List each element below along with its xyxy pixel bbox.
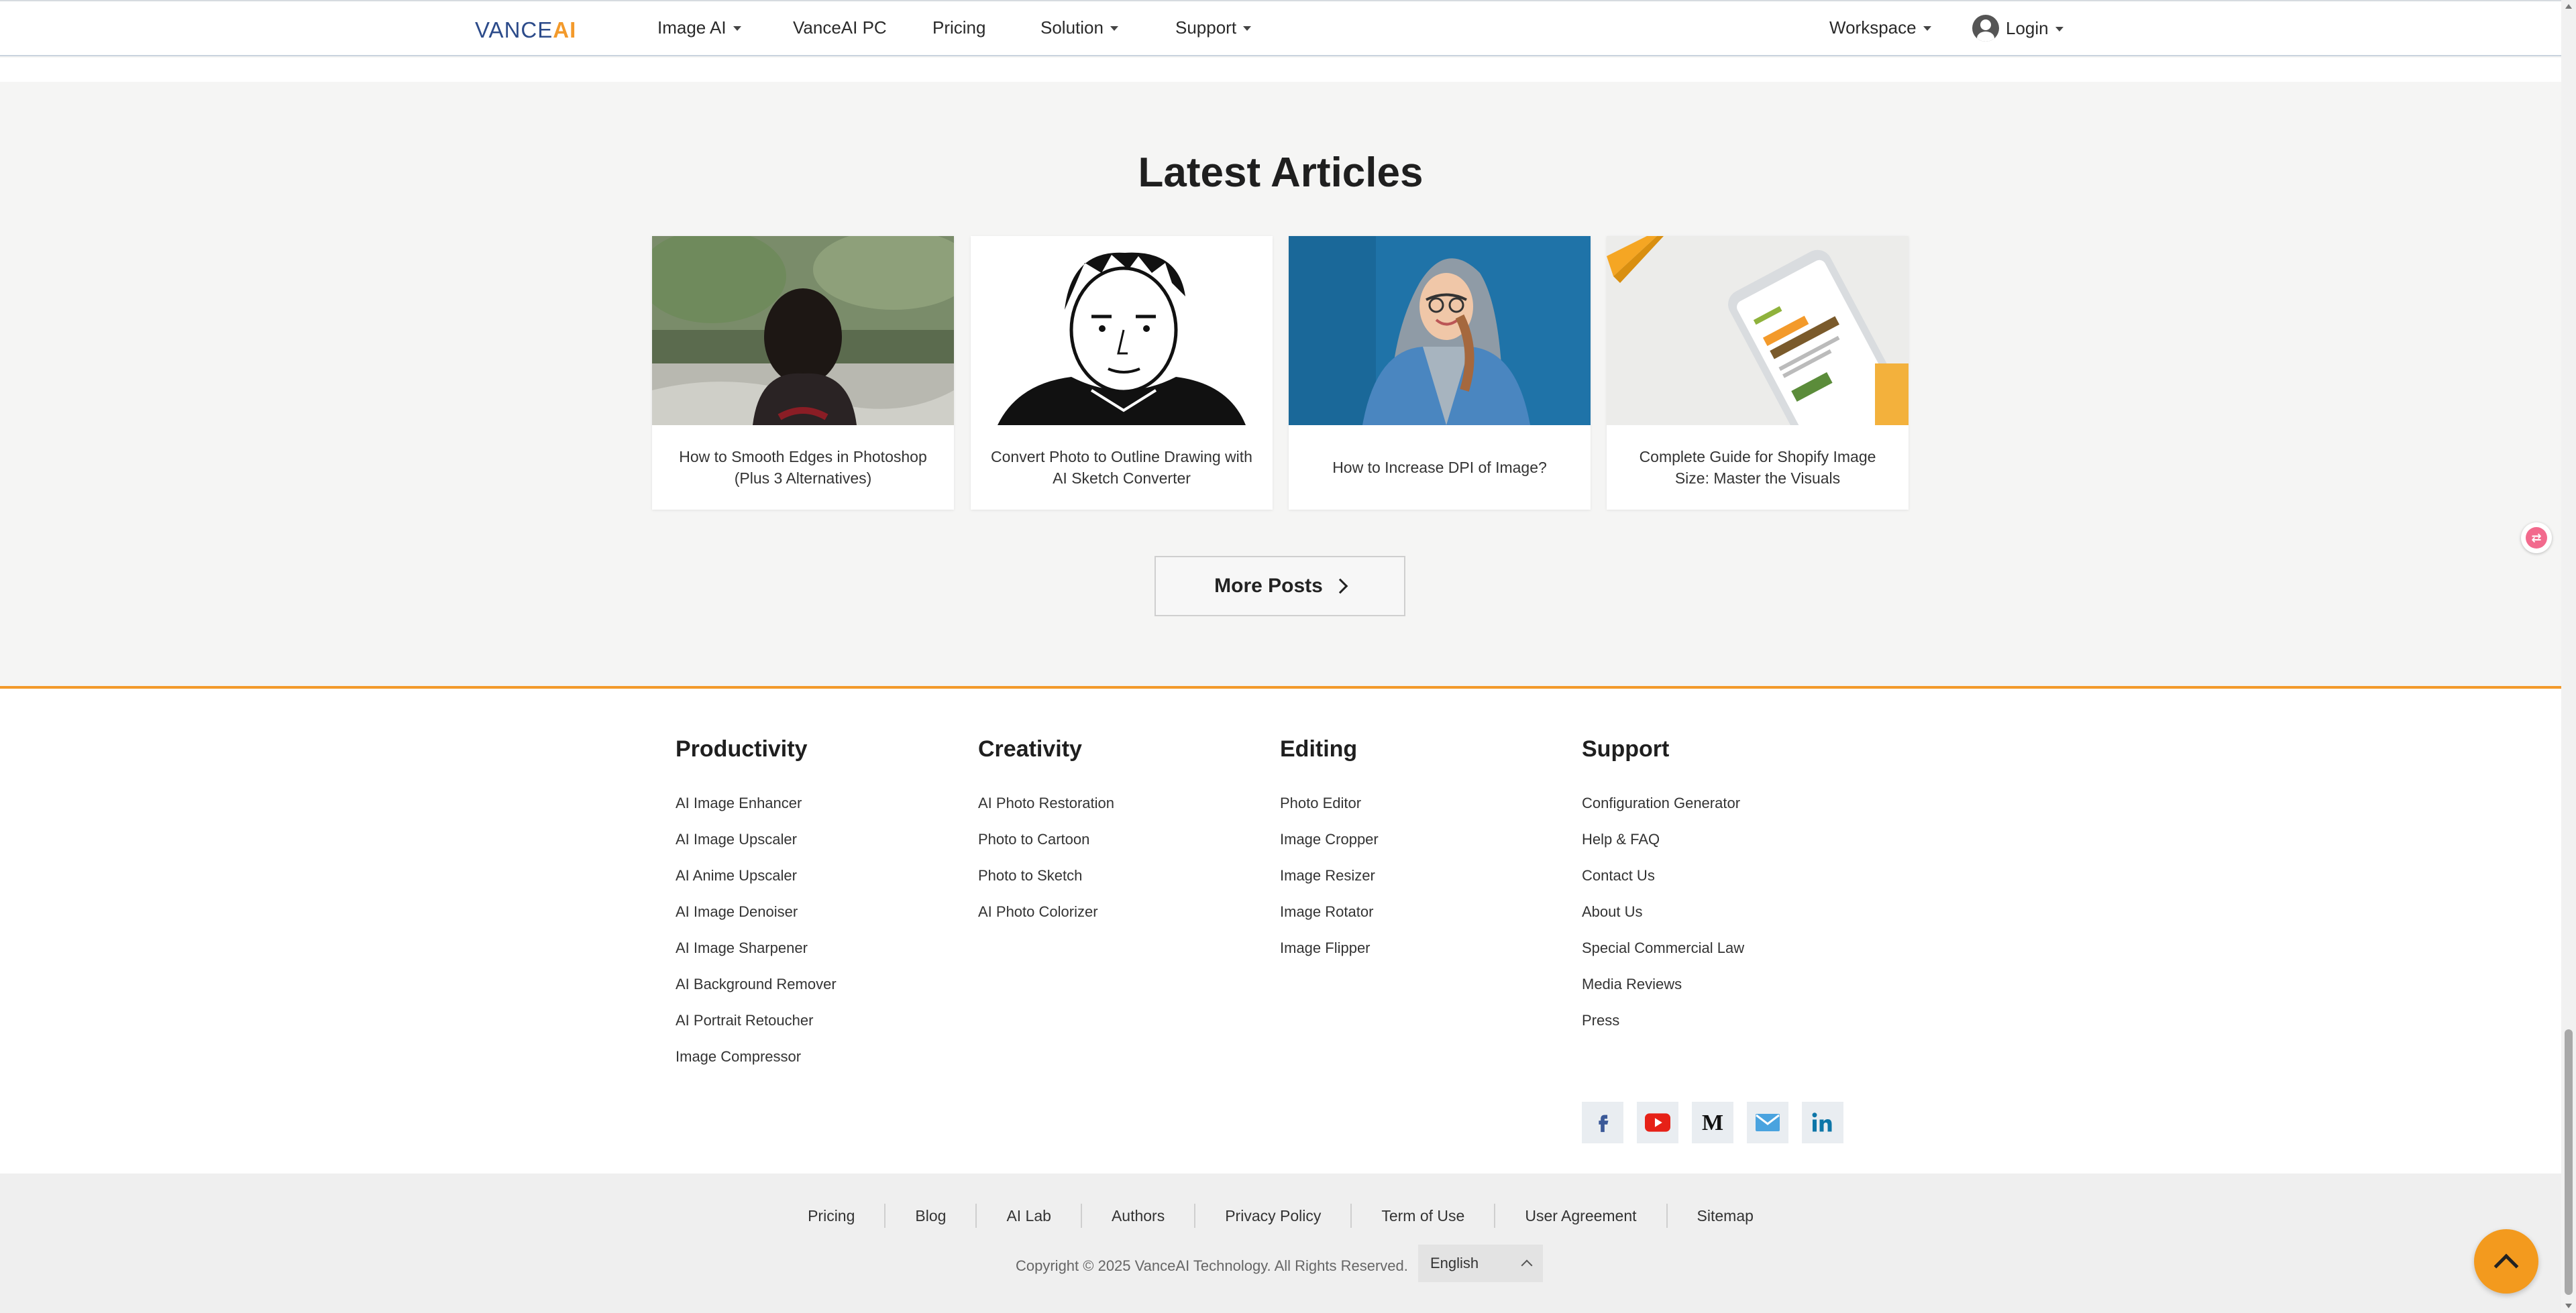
- vanceai-logo[interactable]: VANCEAI: [475, 17, 576, 43]
- footer-link[interactable]: Image Flipper: [1280, 926, 1379, 970]
- article-title: Convert Photo to Outline Drawing with AI…: [991, 448, 1252, 487]
- footer-column-editing: Editing Photo Editor Image Cropper Image…: [1280, 736, 1379, 970]
- chevron-up-icon: [1521, 1259, 1533, 1271]
- nav-image-ai[interactable]: Image AI: [657, 17, 741, 38]
- top-navigation-bar: VANCEAI Image AI VanceAI PC Pricing Solu…: [0, 0, 2561, 56]
- scroll-up-arrow-icon[interactable]: [2565, 4, 2572, 9]
- bottom-link[interactable]: User Agreement: [1494, 1204, 1666, 1228]
- section-title: Latest Articles: [1138, 150, 1424, 196]
- bottom-link[interactable]: Term of Use: [1350, 1204, 1494, 1228]
- translate-widget-button[interactable]: ⇄: [2521, 522, 2552, 553]
- bottom-link[interactable]: Pricing: [778, 1204, 884, 1228]
- copyright-text: Copyright © 2025 VanceAI Technology. All…: [1016, 1257, 1408, 1274]
- footer-column-productivity: Productivity AI Image Enhancer AI Image …: [676, 736, 837, 1079]
- chevron-right-icon: [1332, 578, 1348, 594]
- linkedin-icon[interactable]: [1802, 1102, 1843, 1143]
- more-posts-button[interactable]: More Posts: [1155, 556, 1405, 616]
- language-select[interactable]: English: [1418, 1245, 1543, 1282]
- back-to-top-button[interactable]: [2474, 1229, 2538, 1294]
- bottom-link[interactable]: Authors: [1080, 1204, 1194, 1228]
- translate-icon: ⇄: [2526, 527, 2547, 549]
- chevron-down-icon: [1923, 26, 1931, 31]
- article-thumbnail: [1289, 236, 1591, 425]
- nav-solution[interactable]: Solution: [1040, 17, 1118, 38]
- user-avatar-icon: [1972, 15, 1999, 42]
- article-thumbnail: [1607, 236, 1909, 425]
- article-title: Complete Guide for Shopify Image Size: M…: [1639, 448, 1876, 487]
- footer-column-support: Support Configuration Generator Help & F…: [1582, 736, 1744, 1043]
- footer-bottom-bar: [0, 1174, 2561, 1313]
- footer-heading: Support: [1582, 736, 1670, 762]
- footer-column-creativity: Creativity AI Photo Restoration Photo to…: [978, 736, 1114, 934]
- article-card[interactable]: How to Increase DPI of Image?: [1289, 236, 1591, 510]
- bottom-link[interactable]: AI Lab: [975, 1204, 1081, 1228]
- header-spacer: [0, 58, 2561, 82]
- facebook-icon[interactable]: [1582, 1102, 1623, 1143]
- footer-heading: Editing: [1280, 736, 1358, 762]
- medium-icon[interactable]: M: [1692, 1102, 1733, 1143]
- scrollbar-thumb[interactable]: [2565, 1029, 2573, 1295]
- svg-text:M: M: [1702, 1110, 1723, 1135]
- article-thumbnail: [652, 236, 954, 425]
- footer-bottom-links: Pricing Blog AI Lab Authors Privacy Poli…: [0, 1204, 2561, 1228]
- article-card[interactable]: How to Smooth Edges in Photoshop (Plus 3…: [652, 236, 954, 510]
- scroll-down-arrow-icon[interactable]: [2565, 1304, 2572, 1308]
- article-title: How to Smooth Edges in Photoshop (Plus 3…: [679, 448, 927, 487]
- chevron-down-icon: [1110, 26, 1118, 31]
- nav-pricing[interactable]: Pricing: [932, 17, 985, 38]
- nav-support[interactable]: Support: [1175, 17, 1252, 38]
- footer-heading: Productivity: [676, 736, 808, 762]
- chevron-down-icon: [1243, 26, 1252, 31]
- email-icon[interactable]: [1747, 1102, 1788, 1143]
- workspace-menu[interactable]: Workspace: [1829, 17, 1931, 38]
- article-card[interactable]: Complete Guide for Shopify Image Size: M…: [1607, 236, 1909, 510]
- chevron-up-icon: [2493, 1253, 2519, 1279]
- article-card[interactable]: Convert Photo to Outline Drawing with AI…: [971, 236, 1273, 510]
- footer-link[interactable]: AI Photo Colorizer: [978, 890, 1114, 934]
- article-thumbnail: [971, 236, 1273, 425]
- article-title: How to Increase DPI of Image?: [1332, 459, 1547, 476]
- chevron-down-icon: [2055, 26, 2063, 32]
- bottom-link[interactable]: Privacy Policy: [1194, 1204, 1350, 1228]
- youtube-icon[interactable]: [1637, 1102, 1678, 1143]
- page-scrollbar[interactable]: [2561, 0, 2576, 1313]
- footer-heading: Creativity: [978, 736, 1082, 762]
- bottom-link[interactable]: Sitemap: [1666, 1204, 1783, 1228]
- chevron-down-icon: [733, 26, 741, 31]
- social-links: M: [1582, 1102, 1843, 1143]
- language-label: English: [1430, 1255, 1479, 1271]
- login-menu[interactable]: Login: [1972, 15, 2063, 42]
- nav-vanceai-pc[interactable]: VanceAI PC: [793, 17, 887, 38]
- bottom-link[interactable]: Blog: [884, 1204, 975, 1228]
